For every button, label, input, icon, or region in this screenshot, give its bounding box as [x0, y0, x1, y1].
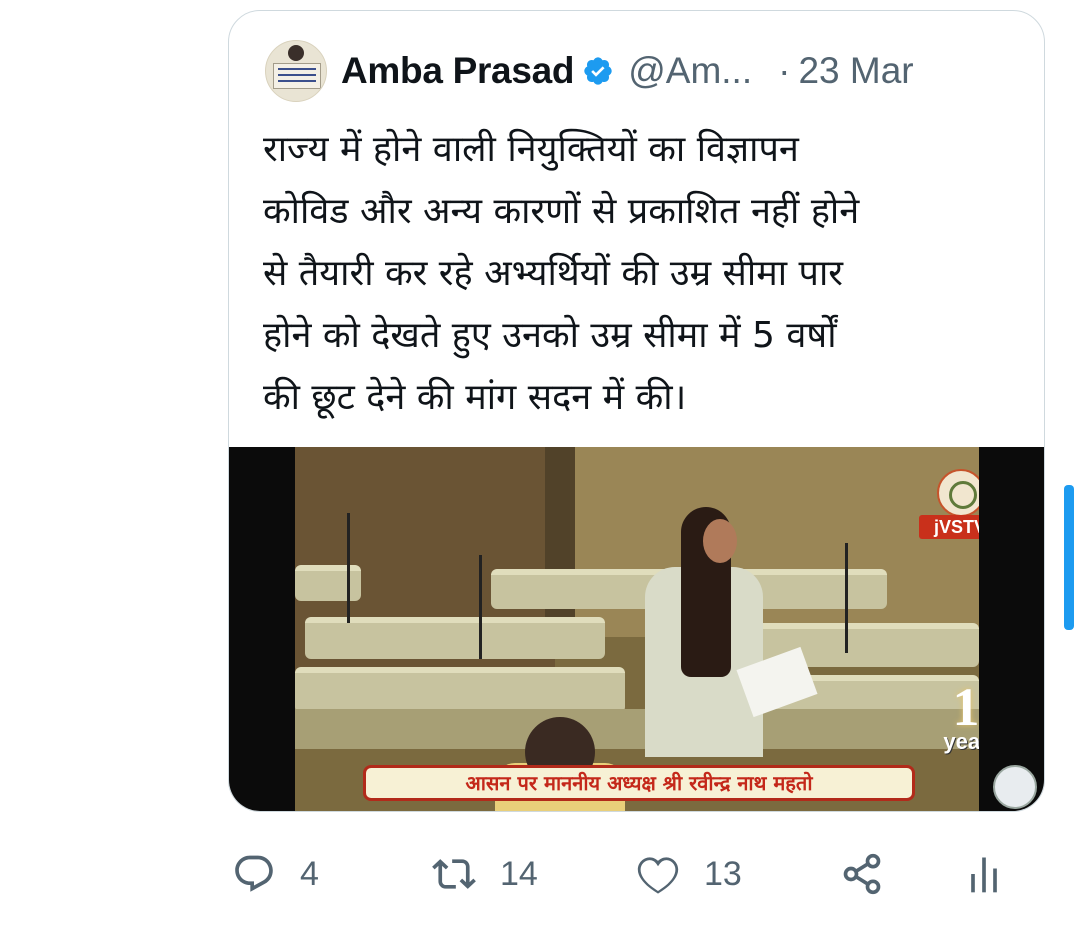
- tweet-header: Amba Prasad @Am... · 23 Mar: [265, 39, 1025, 103]
- separator-dot: ·: [778, 50, 791, 91]
- like-button[interactable]: 13: [636, 845, 742, 903]
- reply-button[interactable]: 4: [232, 845, 319, 903]
- author-name[interactable]: Amba Prasad: [341, 50, 575, 92]
- tweet-text-line: की छूट देने की मांग सदन में की।: [263, 377, 687, 418]
- assembly-seal-icon: [993, 765, 1037, 809]
- heart-icon: [637, 857, 679, 894]
- author-handle[interactable]: @Am...: [628, 50, 752, 92]
- tweet-card[interactable]: Amba Prasad @Am... · 23 Mar राज्य में हो…: [228, 10, 1045, 812]
- reply-count: 4: [300, 854, 319, 893]
- video-mic: [845, 543, 848, 653]
- analytics-icon: [971, 857, 997, 893]
- verified-badge-icon: [584, 57, 612, 85]
- tweet-actions: 4 14 13: [232, 845, 1032, 903]
- avatar-head: [288, 45, 304, 61]
- retweet-icon: [432, 859, 476, 889]
- tweet-date[interactable]: 23 Mar: [798, 50, 913, 92]
- anniversary-badge: 1 year: [925, 677, 980, 757]
- anniversary-number: 1: [952, 677, 980, 737]
- channel-emblem-icon: [937, 469, 979, 517]
- video-speaker-face: [703, 519, 737, 563]
- anniversary-label: year: [943, 729, 979, 754]
- avatar-sign: [273, 63, 321, 89]
- analytics-button[interactable]: [962, 845, 1006, 903]
- share-icon: [843, 853, 881, 895]
- tweet-text-line: कोविड और अन्य कारणों से प्रकाशित नहीं हो…: [263, 191, 860, 232]
- scrollbar-thumb[interactable]: [1064, 485, 1074, 630]
- video-bench: [305, 617, 605, 659]
- tweet-video[interactable]: jVSTV 1 year आसन पर माननीय अध्यक्ष श्री …: [229, 447, 1044, 811]
- retweet-button[interactable]: 14: [432, 845, 538, 903]
- tweet-text-line: से तैयारी कर रहे अभ्यर्थियों की उम्र सीम…: [263, 253, 843, 294]
- tweet-text-line: होने को देखते हुए उनको उम्र सीमा में 5 व…: [263, 315, 837, 356]
- retweet-count: 14: [500, 854, 538, 893]
- channel-logo: jVSTV: [919, 515, 979, 539]
- video-ticker: आसन पर माननीय अध्यक्ष श्री रवीन्द्र नाथ …: [363, 765, 915, 801]
- video-mic: [479, 555, 482, 659]
- tweet-text-line: राज्य में होने वाली नियुक्तियों का विज्ञ…: [263, 129, 799, 170]
- reply-icon: [235, 855, 273, 892]
- video-bench: [295, 565, 361, 601]
- video-desk: [295, 709, 979, 749]
- author-avatar[interactable]: [265, 40, 327, 102]
- video-bench: [295, 667, 625, 713]
- share-button[interactable]: [840, 845, 884, 903]
- video-mic: [347, 513, 350, 623]
- tweet-text: राज्य में होने वाली नियुक्तियों का विज्ञ…: [263, 119, 1023, 429]
- video-frame[interactable]: jVSTV 1 year: [295, 447, 979, 811]
- like-count: 13: [704, 854, 742, 893]
